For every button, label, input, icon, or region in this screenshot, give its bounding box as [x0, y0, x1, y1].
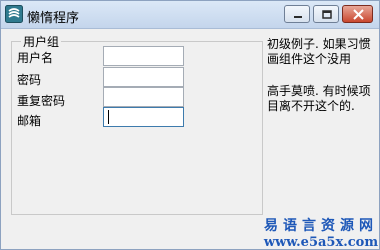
- close-button[interactable]: [342, 5, 373, 23]
- watermark-url: www.e5a5x.com: [263, 235, 379, 250]
- email-input[interactable]: [103, 107, 184, 127]
- watermark-name: 易语言资源网: [264, 218, 378, 234]
- repeat-password-label: 重复密码: [17, 94, 66, 108]
- app-logo-icon: [5, 5, 23, 23]
- maximize-button[interactable]: [313, 5, 339, 23]
- title-bar[interactable]: 懒惰程序: [1, 1, 379, 29]
- username-label: 用户名: [17, 51, 54, 65]
- password-input[interactable]: [103, 67, 184, 87]
- note-beginner: 初级例子. 如果习惯画组件这个没用: [267, 37, 371, 66]
- group-box-label: 用户组: [21, 33, 62, 50]
- email-label: 邮箱: [17, 114, 42, 128]
- note-expert: 高手莫喷. 有时候项目离不开这个的.: [267, 84, 371, 113]
- minimize-button[interactable]: [284, 5, 310, 23]
- site-watermark: 易语言资源网 www.e5a5x.com: [263, 215, 379, 250]
- password-label: 密码: [17, 73, 42, 87]
- window-title: 懒惰程序: [27, 11, 80, 26]
- username-input[interactable]: [103, 46, 184, 66]
- repeat-password-input[interactable]: [103, 87, 184, 107]
- text-caret: [108, 110, 109, 124]
- app-window: 懒惰程序 用户组 用户名 密码 重复密码 邮箱 初级例子. 如果习惯画组件这个没…: [0, 0, 380, 250]
